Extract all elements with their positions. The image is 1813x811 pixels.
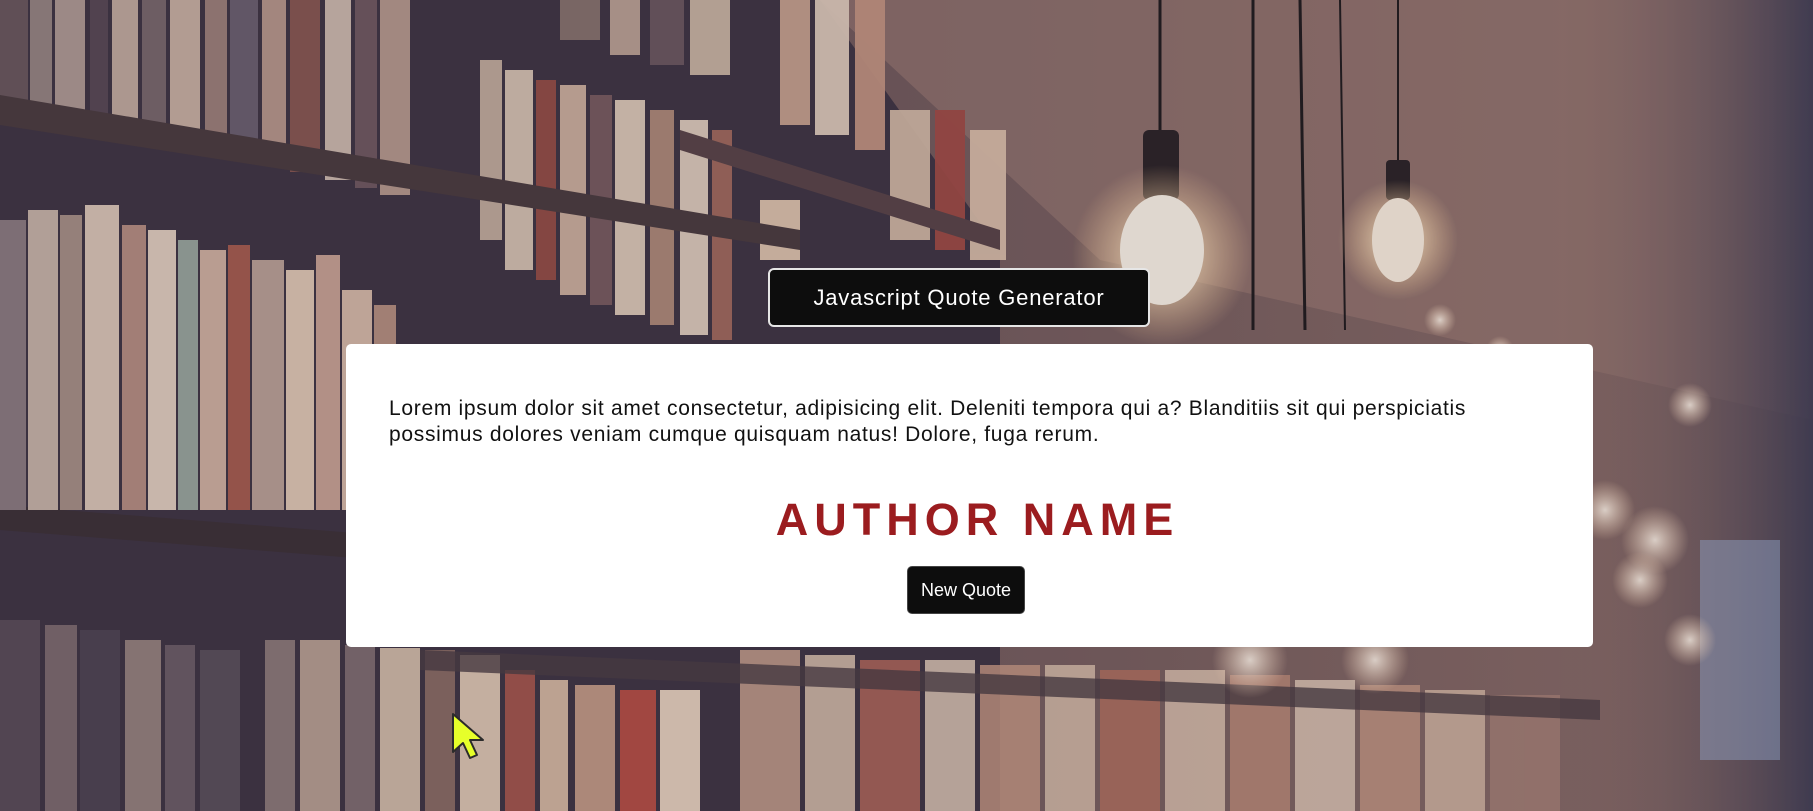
mouse-pointer-icon [451,712,485,765]
author-name: AUTHOR NAME [775,494,1180,545]
quote-card: Lorem ipsum dolor sit amet consectetur, … [346,344,1593,647]
new-quote-button[interactable]: New Quote [907,566,1025,614]
page-title: Javascript Quote Generator [768,268,1150,327]
quote-text: Lorem ipsum dolor sit amet consectetur, … [389,397,1467,446]
